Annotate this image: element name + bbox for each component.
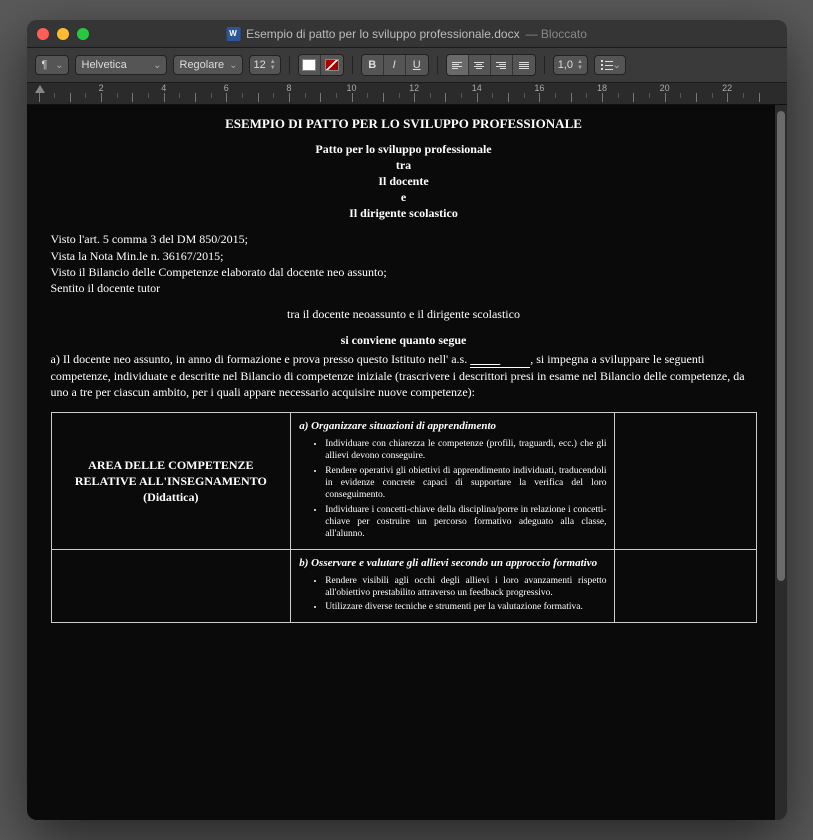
stepper-arrows-icon: ▲▼	[270, 59, 276, 71]
font-size-value: 12	[254, 59, 266, 71]
ruler-ticks: 246810121416182022	[39, 93, 779, 103]
filename: Esempio di patto per lo sviluppo profess…	[246, 27, 520, 41]
ref-line: Sentito il docente tutor	[51, 280, 757, 296]
font-family-select[interactable]: Helvetica	[75, 55, 167, 75]
doc-party1: Il docente	[51, 173, 757, 189]
list-item: Utilizzare diverse tecniche e strumenti …	[325, 601, 606, 613]
bold-button[interactable]: B	[362, 55, 384, 75]
align-justify-button[interactable]	[513, 55, 535, 75]
list-item: Rendere visibili agli occhi degli alliev…	[325, 575, 606, 600]
highlight-color-button[interactable]	[321, 55, 343, 75]
alignment-group	[446, 54, 536, 76]
paragraph-style-label: ¶	[42, 59, 48, 71]
font-style-label: Regolare	[180, 59, 225, 71]
traffic-lights	[37, 28, 89, 40]
align-center-button[interactable]	[469, 55, 491, 75]
docx-icon: W	[226, 27, 240, 41]
item-list: Rendere visibili agli occhi degli alliev…	[299, 575, 606, 614]
bold-italic-underline-group: B I U	[361, 54, 429, 76]
font-style-select[interactable]: Regolare	[173, 55, 243, 75]
stepper-arrows-icon: ▲▼	[577, 59, 583, 71]
doc-party2: Il dirigente scolastico	[51, 205, 757, 221]
close-window-button[interactable]	[37, 28, 49, 40]
font-family-label: Helvetica	[82, 59, 127, 71]
window-title: W Esempio di patto per lo sviluppo profe…	[226, 27, 587, 41]
list-item: Individuare con chiarezza le competenze …	[325, 438, 606, 463]
doc-tra: tra	[51, 157, 757, 173]
table-row: AREA DELLE COMPETENZE RELATIVE ALL'INSEG…	[51, 413, 756, 550]
list-item: Rendere operativi gli obiettivi di appre…	[325, 465, 606, 502]
text-color-button[interactable]	[299, 55, 321, 75]
doc-subtitle: Patto per lo sviluppo professionale	[51, 141, 757, 157]
doc-references: Visto l'art. 5 comma 3 del DM 850/2015; …	[51, 231, 757, 296]
align-right-icon	[496, 62, 506, 69]
blank-field	[470, 351, 530, 368]
ref-line: Visto l'art. 5 comma 3 del DM 850/2015;	[51, 231, 757, 247]
table-row: b) Osservare e valutare gli allievi seco…	[51, 549, 756, 622]
lock-status: — Bloccato	[526, 27, 587, 41]
horizontal-ruler[interactable]: 246810121416182022	[27, 83, 787, 105]
doc-between: tra il docente neoassunto e il dirigente…	[51, 306, 757, 322]
app-window: W Esempio di patto per lo sviluppo profe…	[27, 20, 787, 820]
document-page[interactable]: ESEMPIO DI PATTO PER LO SVILUPPO PROFESS…	[27, 105, 775, 820]
ref-line: Vista la Nota Min.le n. 36167/2015;	[51, 248, 757, 264]
scrollbar-thumb[interactable]	[777, 111, 785, 581]
toolbar-separator	[289, 56, 290, 74]
paragraph-style-select[interactable]: ¶	[35, 55, 69, 75]
ref-line: Visto il Bilancio delle Competenze elabo…	[51, 264, 757, 280]
toolbar: ¶ Helvetica Regolare 12 ▲▼ B I U	[27, 48, 787, 83]
color-swatch-none	[325, 59, 339, 71]
competence-table: AREA DELLE COMPETENZE RELATIVE ALL'INSEG…	[51, 412, 757, 622]
bullet-list-icon	[601, 60, 613, 70]
align-justify-icon	[519, 62, 529, 69]
area-cell	[51, 549, 291, 622]
doc-title: ESEMPIO DI PATTO PER LO SVILUPPO PROFESS…	[51, 115, 757, 133]
color-group	[298, 54, 344, 76]
clause-a-pre: a) Il docente neo assunto, in anno di fo…	[51, 352, 471, 366]
desc-cell: a) Organizzare situazioni di apprendimen…	[291, 413, 615, 550]
empty-cell	[615, 549, 756, 622]
section-heading: b) Osservare e valutare gli allievi seco…	[299, 556, 606, 571]
align-center-icon	[474, 62, 484, 69]
empty-cell	[615, 413, 756, 550]
italic-button[interactable]: I	[384, 55, 406, 75]
color-swatch-white	[302, 59, 316, 71]
zoom-window-button[interactable]	[77, 28, 89, 40]
toolbar-separator	[352, 56, 353, 74]
titlebar[interactable]: W Esempio di patto per lo sviluppo profe…	[27, 20, 787, 48]
font-size-stepper[interactable]: 12 ▲▼	[249, 55, 281, 75]
toolbar-separator	[544, 56, 545, 74]
align-left-button[interactable]	[447, 55, 469, 75]
underline-button[interactable]: U	[406, 55, 428, 75]
doc-agree: si conviene quanto segue	[51, 332, 757, 348]
toolbar-separator	[437, 56, 438, 74]
indent-marker-icon[interactable]	[35, 85, 45, 93]
minimize-window-button[interactable]	[57, 28, 69, 40]
doc-e: e	[51, 189, 757, 205]
align-right-button[interactable]	[491, 55, 513, 75]
line-spacing-stepper[interactable]: 1,0 ▲▼	[553, 55, 588, 75]
line-spacing-value: 1,0	[558, 59, 573, 71]
content-area: ESEMPIO DI PATTO PER LO SVILUPPO PROFESS…	[27, 105, 787, 820]
clause-a: a) Il docente neo assunto, in anno di fo…	[51, 351, 757, 401]
list-item: Individuare i concetti-chiave della disc…	[325, 504, 606, 541]
item-list: Individuare con chiarezza le competenze …	[299, 438, 606, 541]
section-heading: a) Organizzare situazioni di apprendimen…	[299, 419, 606, 434]
desc-cell: b) Osservare e valutare gli allievi seco…	[291, 549, 615, 622]
align-left-icon	[452, 62, 462, 69]
area-cell: AREA DELLE COMPETENZE RELATIVE ALL'INSEG…	[51, 413, 291, 550]
vertical-scrollbar[interactable]	[775, 105, 787, 820]
list-style-select[interactable]	[594, 55, 626, 75]
